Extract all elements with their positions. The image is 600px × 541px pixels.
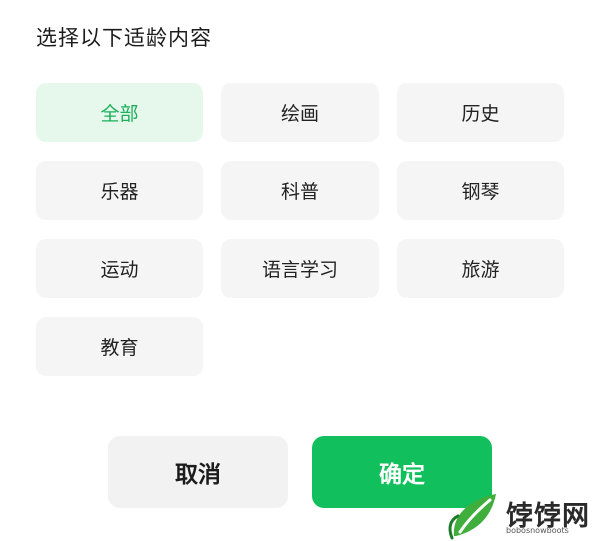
- option-sports[interactable]: 运动: [36, 239, 203, 298]
- cancel-button[interactable]: 取消: [108, 436, 288, 508]
- age-content-dialog: 选择以下适龄内容 全部 绘画 历史 乐器 科普 钢琴 运动 语言学习 旅游 教育…: [0, 0, 600, 541]
- dialog-title: 选择以下适龄内容: [36, 26, 212, 50]
- option-painting[interactable]: 绘画: [221, 83, 379, 142]
- option-travel[interactable]: 旅游: [397, 239, 564, 298]
- option-language-learning[interactable]: 语言学习: [221, 239, 379, 298]
- watermark-subtext: bobosnowboots: [506, 526, 569, 535]
- option-history[interactable]: 历史: [397, 83, 564, 142]
- watermark: 饽饽网 bobosnowboots: [446, 490, 596, 540]
- option-education[interactable]: 教育: [36, 317, 203, 376]
- option-piano[interactable]: 钢琴: [397, 161, 564, 220]
- option-all[interactable]: 全部: [36, 83, 203, 142]
- leaf-logo-icon: [448, 494, 496, 540]
- option-science[interactable]: 科普: [221, 161, 379, 220]
- option-grid: 全部 绘画 历史 乐器 科普 钢琴 运动 语言学习 旅游 教育: [36, 83, 564, 376]
- option-instruments[interactable]: 乐器: [36, 161, 203, 220]
